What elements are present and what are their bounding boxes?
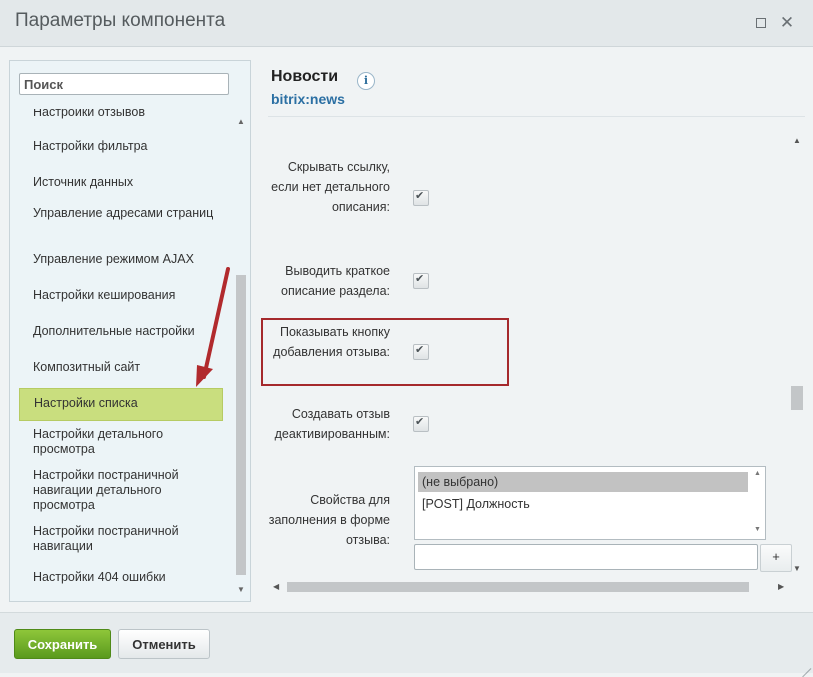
close-icon[interactable]: ✕ — [778, 14, 796, 32]
resize-grip-icon[interactable] — [800, 658, 812, 670]
save-button[interactable]: Сохранить — [14, 629, 111, 659]
dialog-titlebar: Параметры компонента ✕ — [0, 0, 813, 47]
annotation-arrow — [196, 267, 230, 387]
dialog-content: Настройки отзывов Настройки фильтра Исто… — [0, 47, 813, 612]
dialog-title: Параметры компонента — [15, 10, 226, 31]
cancel-button[interactable]: Отменить — [118, 629, 210, 659]
dialog-footer: Сохранить Отменить — [0, 612, 813, 673]
maximize-icon[interactable] — [752, 14, 770, 32]
